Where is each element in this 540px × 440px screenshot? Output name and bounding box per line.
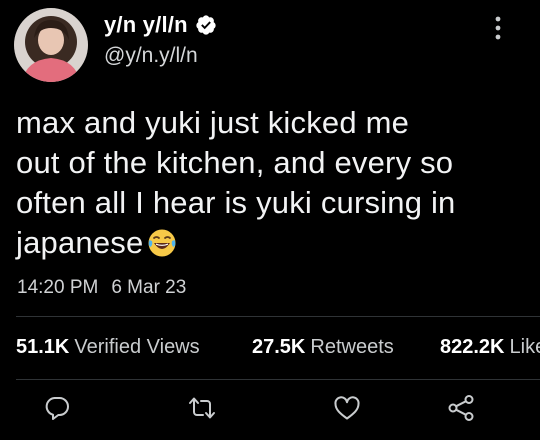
- views-label: Verified Views: [74, 336, 200, 358]
- laughing-with-tears-emoji-icon: [147, 228, 177, 258]
- views-stat[interactable]: 51.1K Verified Views: [16, 336, 200, 359]
- heart-icon[interactable]: [332, 393, 362, 423]
- more-vertical-icon[interactable]: [491, 15, 505, 41]
- retweets-count: 27.5K: [252, 336, 306, 358]
- display-name-row: y/n y/l/n: [104, 10, 217, 40]
- divider: [16, 379, 540, 380]
- tweet-timestamp[interactable]: 14:20 PM 6 Mar 23: [17, 277, 186, 299]
- tweet-text-line: max and yuki just kicked me: [16, 105, 410, 140]
- avatar-image: [14, 8, 88, 82]
- divider: [16, 316, 540, 317]
- share-icon[interactable]: [446, 393, 476, 423]
- user-handle[interactable]: @y/n.y/l/n: [104, 44, 198, 68]
- tweet-card: y/n y/l/n @y/n.y/l/n max and yuki just k…: [0, 0, 540, 440]
- avatar[interactable]: [14, 8, 88, 82]
- retweet-icon[interactable]: [187, 393, 217, 423]
- likes-stat[interactable]: 822.2KLikes: [440, 336, 540, 359]
- likes-label: Likes: [509, 336, 540, 358]
- retweets-label: Retweets: [310, 336, 394, 358]
- tweet-text-word: japanese: [16, 225, 144, 260]
- retweets-stat[interactable]: 27.5K Retweets: [252, 336, 394, 359]
- tweet-text-line: often all I hear is yuki cursing in: [16, 185, 456, 220]
- likes-count: 822.2K: [440, 336, 505, 358]
- tweet-text-line: out of the kitchen, and every so: [16, 145, 454, 180]
- display-name[interactable]: y/n y/l/n: [104, 12, 188, 38]
- tweet-text-line-last: japanese: [16, 223, 526, 263]
- reply-icon[interactable]: [42, 393, 72, 423]
- verified-badge-icon: [195, 14, 217, 36]
- tweet-time: 14:20 PM: [17, 277, 99, 298]
- tweet-text: max and yuki just kicked me out of the k…: [16, 103, 526, 263]
- views-count: 51.1K: [16, 336, 70, 358]
- tweet-date: 6 Mar 23: [111, 277, 187, 298]
